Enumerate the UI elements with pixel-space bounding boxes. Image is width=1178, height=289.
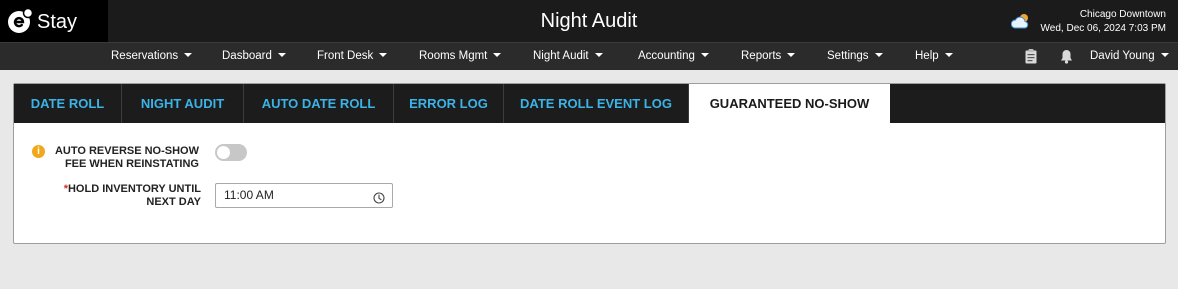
tab-auto-date-roll[interactable]: AUTO DATE ROLL xyxy=(244,84,394,123)
auto-reverse-label-line1: AUTO REVERSE NO-SHOW xyxy=(54,145,199,157)
hold-inventory-time-input[interactable]: 11:00 AM xyxy=(215,183,393,208)
caret-down-icon xyxy=(700,53,709,57)
nav-help[interactable]: Help xyxy=(915,50,953,62)
bell-icon[interactable] xyxy=(1060,49,1073,69)
nav-dashboard[interactable]: Dasboard xyxy=(222,50,286,62)
tab-night-audit[interactable]: NIGHT AUDIT xyxy=(122,84,244,123)
location-name: Chicago Downtown xyxy=(1079,9,1166,20)
nav-label: Settings xyxy=(827,50,869,62)
brand-logo[interactable]: Stay xyxy=(0,0,108,42)
tab-bar: DATE ROLL NIGHT AUDIT AUTO DATE ROLL ERR… xyxy=(14,84,1165,123)
nav-label: Reports xyxy=(741,50,782,62)
nav-label: Dasboard xyxy=(222,50,272,62)
nav-label: Accounting xyxy=(638,50,695,62)
caret-down-icon xyxy=(944,53,953,57)
user-menu[interactable]: David Young xyxy=(1090,50,1169,62)
caret-down-icon xyxy=(594,53,603,57)
nav-reports[interactable]: Reports xyxy=(741,50,796,62)
nav-reservations[interactable]: Reservations xyxy=(111,50,193,62)
page-title: Night Audit xyxy=(540,10,638,32)
hold-inventory-label: *HOLD INVENTORY UNTIL NEXT DAY xyxy=(44,183,201,209)
tab-date-roll-event-log[interactable]: DATE ROLL EVENT LOG xyxy=(504,84,689,123)
caret-down-icon xyxy=(493,53,502,57)
nav-accounting[interactable]: Accounting xyxy=(638,50,709,62)
brand-name: Stay xyxy=(37,10,78,33)
nav-front-desk[interactable]: Front Desk xyxy=(317,50,388,62)
caret-down-icon xyxy=(277,53,286,57)
nav-rooms-mgmt[interactable]: Rooms Mgmt xyxy=(419,50,502,62)
auto-reverse-label: AUTO REVERSE NO-SHOW FEE WHEN REINSTATIN… xyxy=(48,145,199,171)
caret-down-icon xyxy=(184,53,193,57)
nav-label: Help xyxy=(915,50,939,62)
auto-reverse-label-line2: FEE WHEN REINSTATING xyxy=(64,158,199,170)
info-icon[interactable]: i xyxy=(32,145,45,158)
main-nav: Reservations Dasboard Front Desk Rooms M… xyxy=(0,42,1178,70)
clock-icon[interactable] xyxy=(373,189,385,212)
nav-label: Night Audit xyxy=(533,50,589,62)
logo-mark-icon xyxy=(7,7,34,34)
nav-label: Reservations xyxy=(111,50,179,62)
caret-down-icon xyxy=(787,53,796,57)
tab-error-log[interactable]: ERROR LOG xyxy=(394,84,504,123)
toggle-knob xyxy=(217,146,230,159)
current-datetime: Wed, Dec 06, 2024 7:03 PM xyxy=(1040,23,1166,34)
nav-label: Rooms Mgmt xyxy=(419,50,488,62)
user-name: David Young xyxy=(1090,50,1155,62)
hold-inventory-label-line2: NEXT DAY xyxy=(146,196,201,208)
nav-label: Front Desk xyxy=(317,50,374,62)
nav-settings[interactable]: Settings xyxy=(827,50,883,62)
tab-date-roll[interactable]: DATE ROLL xyxy=(14,84,122,123)
caret-down-icon xyxy=(1160,53,1169,57)
night-audit-panel: DATE ROLL NIGHT AUDIT AUTO DATE ROLL ERR… xyxy=(13,83,1166,244)
top-bar: Stay Night Audit Chicago Downtown Wed, D… xyxy=(0,0,1178,42)
time-value: 11:00 AM xyxy=(224,188,274,202)
auto-reverse-toggle[interactable] xyxy=(215,144,247,161)
hold-inventory-label-line1: *HOLD INVENTORY UNTIL xyxy=(44,183,201,196)
caret-down-icon xyxy=(379,53,388,57)
tab-guaranteed-no-show[interactable]: GUARANTEED NO-SHOW xyxy=(689,84,890,123)
caret-down-icon xyxy=(874,53,883,57)
cloud-sun-icon xyxy=(1010,12,1031,35)
location-datetime: Chicago Downtown Wed, Dec 06, 2024 7:03 … xyxy=(1041,8,1166,36)
nav-night-audit[interactable]: Night Audit xyxy=(533,50,603,62)
clipboard-icon[interactable] xyxy=(1025,49,1037,69)
hold-inventory-text: HOLD INVENTORY UNTIL xyxy=(67,183,201,195)
